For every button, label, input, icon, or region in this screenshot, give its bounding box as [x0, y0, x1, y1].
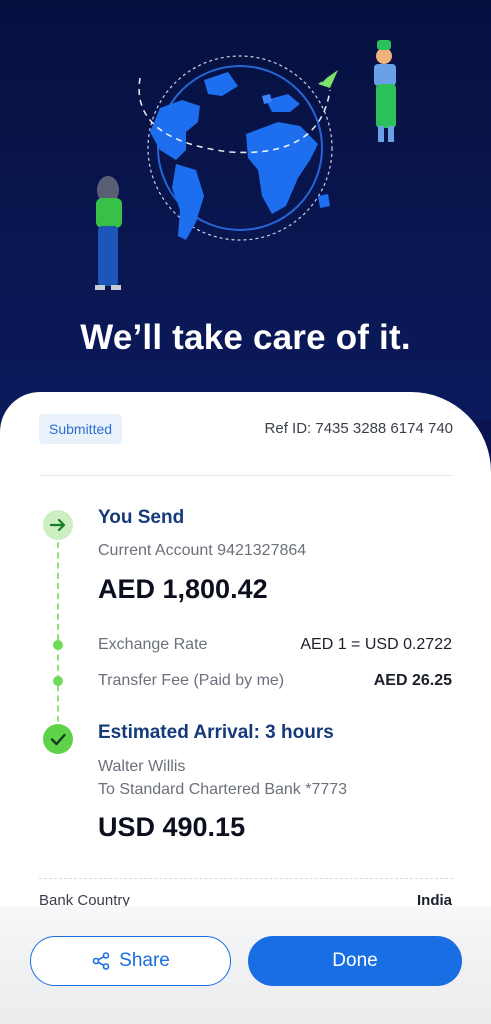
- card-header: Submitted Ref ID: 7435 3288 6174 740: [39, 414, 453, 476]
- check-icon: [50, 733, 66, 746]
- arrival-title: Estimated Arrival: 3 hours: [98, 722, 334, 743]
- status-badge: Submitted: [39, 414, 123, 444]
- send-title: You Send: [98, 507, 185, 528]
- share-icon: [92, 952, 110, 970]
- recipient-bank: To Standard Chartered Bank *7773: [98, 781, 348, 798]
- done-button[interactable]: Done: [248, 936, 462, 986]
- share-label: Share: [119, 950, 170, 971]
- transfer-fee-value: AED 26.25: [373, 672, 452, 689]
- share-button[interactable]: Share: [30, 936, 231, 986]
- exchange-rate-value: AED 1 = USD 0.2722: [300, 636, 452, 653]
- send-node: [43, 510, 73, 540]
- arrival-node: [43, 724, 73, 754]
- done-label: Done: [332, 950, 378, 971]
- exchange-rate-label: Exchange Rate: [98, 636, 208, 653]
- hero-illustration: We’ll take care of it.: [0, 0, 491, 420]
- receive-amount: USD 490.15: [98, 812, 246, 842]
- arrow-right-icon: [49, 518, 66, 532]
- send-amount: AED 1,800.42: [98, 574, 268, 604]
- divider: [39, 878, 453, 879]
- timeline-dot-exchange: [53, 640, 63, 650]
- timeline-dot-fee: [53, 676, 63, 686]
- recipient-name: Walter Willis: [98, 758, 186, 775]
- reference-id: Ref ID: 7435 3288 6174 740: [264, 420, 453, 437]
- transfer-fee-label: Transfer Fee (Paid by me): [98, 672, 285, 689]
- timeline-line: [57, 532, 59, 732]
- source-account: Current Account 9421327864: [98, 542, 307, 559]
- page-headline: We’ll take care of it.: [80, 318, 411, 357]
